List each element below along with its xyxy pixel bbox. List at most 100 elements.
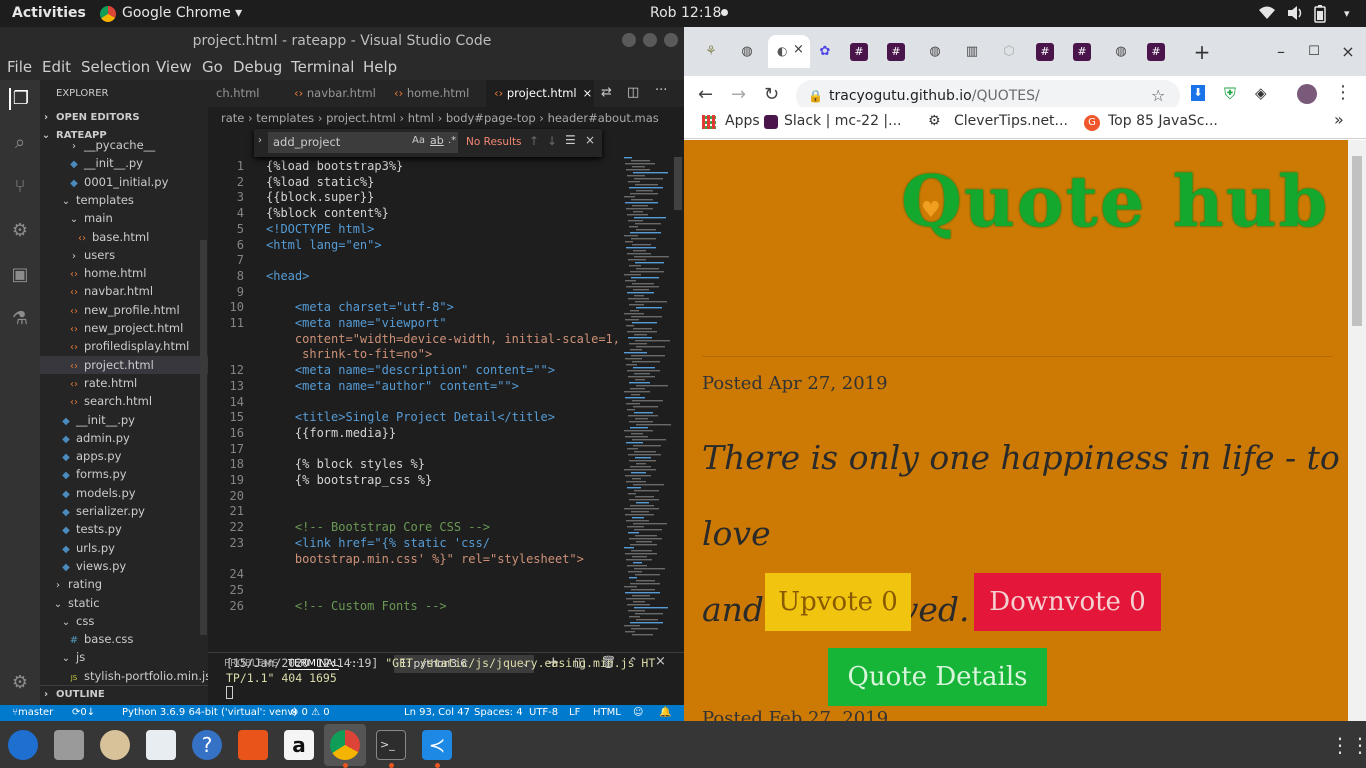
tree-item[interactable]: ‹› new_project.html [40, 319, 208, 337]
tree-item[interactable]: ⌄ js [40, 648, 208, 666]
tree-item[interactable]: ◆ apps.py [40, 447, 208, 465]
tree-item[interactable]: ‹› new_profile.html [40, 301, 208, 319]
show-applications-icon[interactable]: ⋮⋮⋮ [1330, 730, 1366, 760]
tab-favicon-cube-icon[interactable]: ⬡ [998, 41, 1020, 63]
bookmark-top85[interactable]: Top 85 JavaSc... [1108, 113, 1218, 129]
more-bookmarks-chevron-icon[interactable]: » [1334, 110, 1344, 129]
editor-scrollbar-thumb[interactable] [674, 157, 682, 210]
menu-debug[interactable]: Debug [233, 58, 282, 76]
tab-favicon-globe-icon[interactable]: ◍ [736, 41, 758, 63]
minimize-button[interactable] [622, 33, 636, 47]
tree-item[interactable]: # base.css [40, 630, 208, 648]
problems-count[interactable]: ⊗ 0 ⚠ 0 [290, 705, 330, 721]
reload-icon[interactable]: ↻ [764, 84, 779, 105]
tree-item[interactable]: ⌄ templates [40, 191, 208, 209]
language-mode[interactable]: HTML [593, 705, 621, 721]
profile-avatar[interactable] [1297, 84, 1317, 104]
close-window-button[interactable] [664, 33, 678, 47]
menu-terminal[interactable]: Terminal [291, 58, 354, 76]
tab-favicon-globe-icon[interactable]: ◍ [924, 41, 946, 63]
app-menu[interactable]: Google Chrome ▾ [122, 5, 242, 21]
menu-view[interactable]: View [156, 58, 192, 76]
breadcrumb[interactable]: rate › templates › project.html › html ›… [208, 107, 684, 129]
python-interpreter[interactable]: Python 3.6.9 64-bit ('virtual': venv) [122, 705, 297, 721]
more-actions-icon[interactable]: ··· [655, 83, 667, 98]
tree-item[interactable]: ◆ __init__.py [40, 411, 208, 429]
tree-item[interactable]: ◆ models.py [40, 484, 208, 502]
notifications-bell-icon[interactable]: 🔔 [659, 705, 671, 721]
menu-edit[interactable]: Edit [42, 58, 71, 76]
rhythmbox-icon[interactable] [100, 730, 130, 760]
tab-favicon-slack-icon[interactable]: # [1073, 43, 1091, 61]
source-control-icon[interactable]: ⑂ [9, 176, 31, 198]
bookmark-apps[interactable]: Apps [725, 113, 760, 129]
active-tab[interactable]: ◐ × [768, 35, 810, 68]
tree-item[interactable]: ◆ serializer.py [40, 502, 208, 520]
volume-icon[interactable] [1286, 5, 1304, 25]
close-find-icon[interactable]: × [585, 133, 595, 147]
writer-icon[interactable] [146, 730, 176, 760]
git-branch[interactable]: ⑂ master [12, 705, 53, 721]
previous-match-icon[interactable]: ↑ [529, 134, 539, 148]
menu-file[interactable]: File [7, 58, 32, 76]
clock[interactable]: Rob 12:18 [650, 5, 721, 21]
match-case-icon[interactable]: Aa [412, 135, 425, 146]
tree-item[interactable]: ⌄ main [40, 209, 208, 227]
help-icon[interactable]: ? [192, 730, 222, 760]
download-extension-icon[interactable]: ⬇ [1191, 85, 1205, 101]
debug-icon[interactable]: ⚙ [9, 220, 31, 242]
page-scrollbar-thumb[interactable] [1352, 156, 1362, 326]
tree-item[interactable]: ⌄ static [40, 594, 208, 612]
tree-item[interactable]: ◆ forms.py [40, 465, 208, 483]
tree-item[interactable]: ‹› navbar.html [40, 282, 208, 300]
files-icon[interactable] [54, 730, 84, 760]
outline-section[interactable]: › OUTLINE [40, 685, 208, 703]
tab-home-html[interactable]: ‹› home.html [386, 80, 486, 107]
amazon-icon[interactable]: a [284, 730, 314, 760]
system-menu-chevron-icon[interactable]: ▾ [1344, 7, 1350, 20]
next-match-icon[interactable]: ↓ [547, 134, 557, 148]
tree-item[interactable]: ‹› base.html [40, 228, 208, 246]
back-arrow-icon[interactable]: ← [698, 84, 713, 105]
page-scrollbar[interactable] [1348, 140, 1366, 721]
thunderbird-icon[interactable] [8, 730, 38, 760]
tab-favicon-book-icon[interactable]: ▥ [961, 41, 983, 63]
tree-item[interactable]: ⌄ css [40, 612, 208, 630]
wifi-icon[interactable] [1258, 5, 1276, 25]
sidebar-scrollbar[interactable] [200, 240, 207, 635]
cube-extension-icon[interactable]: ◈ [1255, 84, 1267, 102]
cursor-position[interactable]: Ln 93, Col 47 [404, 705, 470, 721]
sync-status[interactable]: ⟳ 0↓ 3↑ [72, 705, 95, 721]
tab-navbar-html[interactable]: ‹› navbar.html [286, 80, 386, 107]
tree-item[interactable]: ◆ 0001_initial.py [40, 173, 208, 191]
vscode-icon[interactable]: ≺ [422, 730, 452, 760]
whole-word-icon[interactable]: ab [430, 134, 444, 147]
tree-item[interactable]: ‹› project.html [40, 355, 208, 374]
find-input[interactable]: add_project Aa ab .* [268, 132, 458, 153]
chrome-maximize-button[interactable]: ☐ [1303, 41, 1325, 63]
battery-icon[interactable] [1314, 5, 1326, 27]
code-view[interactable]: 1 {%load bootstrap3%} 2 {%load static%} 3 {{b… [208, 157, 684, 652]
chrome-close-button[interactable]: × [1337, 41, 1359, 63]
shield-extension-icon[interactable]: ⛨ [1224, 84, 1236, 104]
bookmark-slack[interactable]: Slack | mc-22 |... [784, 113, 902, 129]
menu-selection[interactable]: Selection [81, 58, 150, 76]
tree-item[interactable]: › __pycache__ [40, 136, 208, 154]
maximize-button[interactable] [643, 33, 657, 47]
open-editors-section[interactable]: › OPEN EDITORS [40, 109, 208, 127]
tab-favicon-slack-icon[interactable]: # [887, 43, 905, 61]
search-icon[interactable]: ⌕ [9, 132, 31, 154]
split-editor-icon[interactable]: ◫ [627, 85, 639, 100]
indentation[interactable]: Spaces: 4 [474, 705, 523, 721]
tree-item[interactable]: ◆ __init__.py [40, 154, 208, 172]
test-flask-icon[interactable]: ⚗ [9, 308, 31, 330]
tree-item[interactable]: ◆ views.py [40, 557, 208, 575]
tab-favicon-slack-icon[interactable]: # [1147, 43, 1165, 61]
tree-item[interactable]: ◆ urls.py [40, 539, 208, 557]
tab-project-html[interactable]: ‹› project.html × [486, 80, 594, 107]
regex-icon[interactable]: .* [448, 135, 456, 146]
tab-favicon-plant-icon[interactable]: ⚘ [700, 41, 722, 63]
settings-gear-icon[interactable]: ⚙ [9, 672, 31, 694]
toggle-replace-chevron-icon[interactable]: › [258, 135, 262, 146]
forward-arrow-icon[interactable]: → [731, 84, 746, 105]
